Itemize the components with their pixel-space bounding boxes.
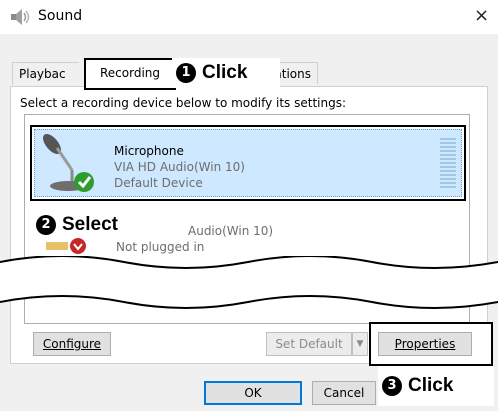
level-meter [440, 138, 456, 190]
step2-text: Select [62, 214, 118, 235]
title-bar: Sound × [0, 0, 498, 34]
window-title: Sound [38, 8, 83, 24]
device-driver: Audio(Win 10) [188, 224, 274, 238]
device-status: Not plugged in [116, 240, 205, 254]
step1-number: 1 [176, 63, 196, 83]
properties-button[interactable]: Properties [378, 332, 472, 356]
omission-break [0, 256, 498, 309]
properties-label: Properties [394, 337, 456, 351]
instruction-text: Select a recording device below to modif… [20, 96, 347, 110]
configure-button[interactable]: Configure [33, 332, 111, 356]
close-icon[interactable]: × [474, 5, 489, 26]
tab-playback[interactable]: Playbac [12, 62, 79, 85]
step1-text: Click [202, 62, 248, 83]
speaker-icon [11, 9, 30, 25]
step3-text: Click [408, 375, 454, 396]
step2-number: 2 [36, 215, 56, 235]
microphone-icon [43, 134, 94, 192]
step1-callout: 1 Click [172, 58, 280, 88]
chevron-down-icon[interactable]: ▼ [352, 332, 368, 356]
device-name: Microphone [114, 144, 184, 158]
device-status: Default Device [114, 176, 203, 190]
check-icon [74, 172, 94, 192]
step3-number: 3 [382, 376, 402, 396]
tab-recording[interactable]: Recording [84, 58, 176, 90]
ok-button[interactable]: OK [204, 381, 302, 405]
configure-label: Configure [42, 337, 102, 351]
device-driver: VIA HD Audio(Win 10) [114, 160, 245, 174]
down-arrow-icon [70, 238, 86, 254]
step3-callout: 3 Click [378, 366, 494, 406]
cancel-button[interactable]: Cancel [312, 381, 376, 405]
set-default-button[interactable]: Set Default [266, 332, 352, 356]
step2-callout: 2 Select [36, 214, 118, 236]
